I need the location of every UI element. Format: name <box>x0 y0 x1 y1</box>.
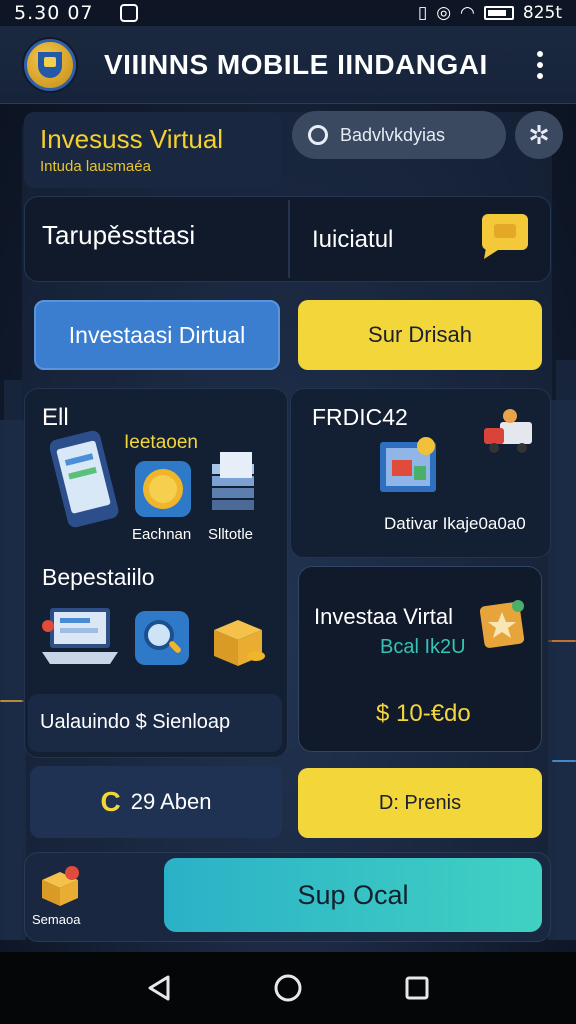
recents-icon[interactable] <box>404 975 430 1001</box>
battery-icon <box>483 6 514 20</box>
section-title: Ell <box>42 404 69 431</box>
search-icon <box>308 125 328 145</box>
document-stack-icon[interactable] <box>208 452 260 518</box>
settings-button[interactable]: ✲ <box>515 111 563 159</box>
light-streak <box>552 760 576 762</box>
chat-bubble-icon[interactable] <box>480 212 530 260</box>
magnifier-icon[interactable] <box>134 610 190 666</box>
balance-label: Ualauindo $ Sienloap <box>40 711 231 733</box>
service-box-icon[interactable] <box>38 866 82 908</box>
delivery-truck-icon[interactable] <box>480 408 536 458</box>
section-title: Bepestaiilo <box>42 564 155 590</box>
light-streak <box>548 640 576 642</box>
monitor-chart-icon[interactable] <box>378 436 444 500</box>
home-icon[interactable] <box>273 973 303 1003</box>
back-icon[interactable] <box>146 974 172 1002</box>
invest-virtual-button[interactable]: Investaasi Dirtual <box>34 300 280 370</box>
status-bar: 5.30 07 ▯ ◎ ◠ 825t <box>0 0 576 26</box>
divider <box>288 200 290 278</box>
promo-title: Investaa Virtal <box>314 604 454 629</box>
wifi-icon: ◠ <box>460 3 475 23</box>
report-title: FRDIC42 <box>312 404 408 430</box>
vibrate-icon: ▯ <box>417 3 428 23</box>
item-label: Eachnan <box>132 526 192 543</box>
notification-icon <box>119 4 138 22</box>
promo-price: $ 10-€do <box>376 700 471 727</box>
coin-c-icon: C <box>100 786 121 817</box>
search-text: Badvlvkdyias <box>340 124 446 145</box>
summary-right-label[interactable]: Ιuiciatul <box>312 226 393 254</box>
gear-icon: ✲ <box>528 119 550 150</box>
page-title: Invesuss Virtual <box>40 124 224 154</box>
coin-icon[interactable] <box>134 460 192 518</box>
search-field[interactable]: Badvlvkdyias <box>292 111 506 159</box>
light-streak <box>0 700 24 702</box>
report-label: Dativar Ikaje0a0a0 <box>384 514 526 533</box>
item-label: Slltotle <box>208 526 254 543</box>
section-label: Ieetaoen <box>124 432 198 453</box>
withdraw-button[interactable]: Sur Drisah <box>298 300 542 370</box>
rating-label: 29 Aben <box>130 789 212 814</box>
primary-cta-button[interactable]: Sup Ocal <box>164 858 542 932</box>
app-logo-icon[interactable] <box>24 38 76 91</box>
star-badge-icon[interactable] <box>478 598 528 650</box>
status-right-text: 825t <box>522 3 562 23</box>
rating-button[interactable]: C 29 Aben <box>30 766 282 838</box>
promo-subtitle: Bcal Ik2U <box>380 636 466 658</box>
smartphone-icon[interactable] <box>50 430 126 530</box>
app-bar: VIIINNS MOBILE IINDANGAI <box>0 26 576 104</box>
package-icon[interactable] <box>208 616 268 668</box>
sync-icon: ◎ <box>436 3 452 23</box>
app-title: VIIINNS MOBILE IINDANGAI <box>104 48 488 80</box>
page-subtitle: Intuda lausmaéa <box>40 158 151 175</box>
system-nav-bar <box>0 952 576 1024</box>
premium-button[interactable]: D: Prenis <box>298 768 542 838</box>
status-time: 5.30 07 <box>14 2 94 24</box>
service-label: Semaoa <box>32 912 81 927</box>
more-menu-icon[interactable] <box>528 50 552 79</box>
laptop-icon[interactable] <box>40 604 120 670</box>
summary-left-label[interactable]: Tarupěssttasi <box>42 220 195 251</box>
